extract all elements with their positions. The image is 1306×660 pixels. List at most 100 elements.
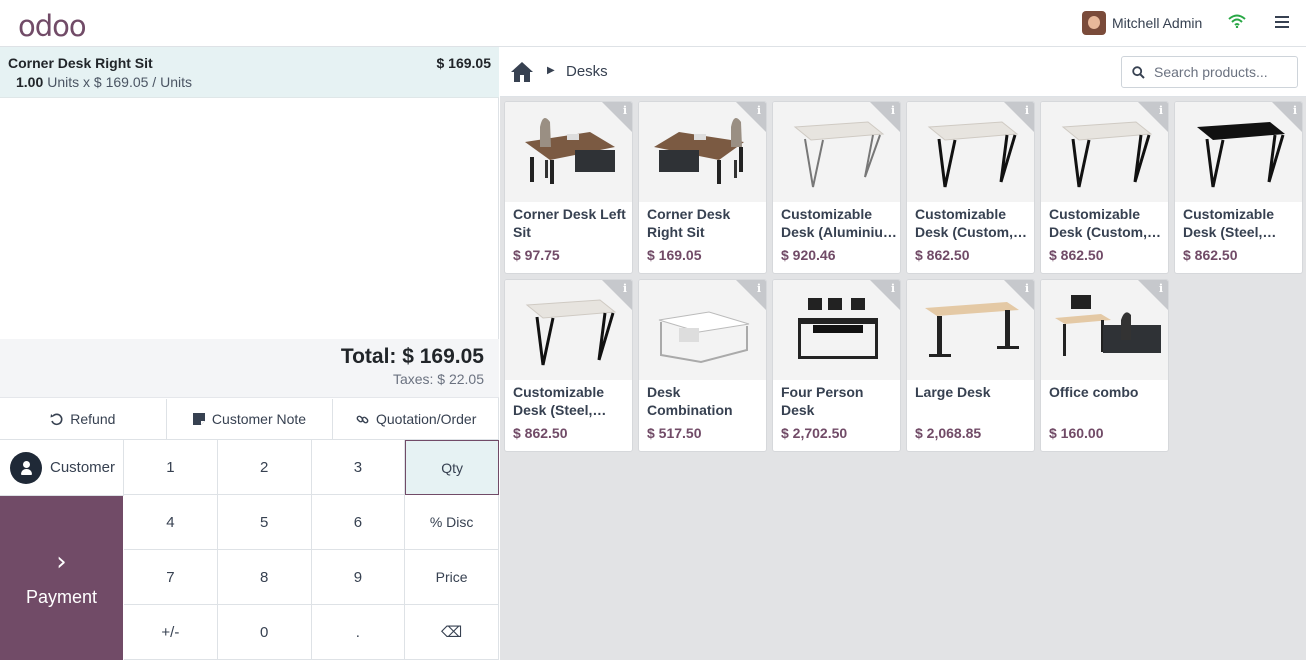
customer-note-button[interactable]: Customer Note <box>167 399 334 439</box>
product-card[interactable]: i Corner Desk Right Sit $ 169.05 <box>638 101 767 274</box>
info-tag[interactable] <box>1138 102 1168 132</box>
info-icon[interactable]: i <box>1293 104 1297 117</box>
wifi-icon[interactable] <box>1228 14 1246 28</box>
info-tag[interactable] <box>1138 280 1168 310</box>
info-icon[interactable]: i <box>1025 282 1029 295</box>
numpad-key-plus-minus[interactable]: +/- <box>124 605 218 660</box>
product-price: $ 920.46 <box>781 247 836 263</box>
numpad-key-1[interactable]: 1 <box>124 440 218 495</box>
info-icon[interactable]: i <box>1025 104 1029 117</box>
product-card[interactable]: i Four Person Desk $ 2,702.50 <box>772 279 901 452</box>
refund-button[interactable]: Refund <box>0 399 167 439</box>
product-card[interactable]: i Customizable Desk (Custom,… $ 862.50 <box>1040 101 1169 274</box>
info-icon[interactable]: i <box>891 104 895 117</box>
numpad-key-9[interactable]: 9 <box>311 550 406 605</box>
home-icon[interactable] <box>510 61 534 83</box>
numpad-key-2[interactable]: 2 <box>217 440 312 495</box>
order-line[interactable]: Corner Desk Right Sit $ 169.05 1.00 Units… <box>0 47 499 98</box>
order-taxes: Taxes: $ 22.05 <box>392 371 484 387</box>
customer-button[interactable]: Customer <box>0 440 124 496</box>
user-name: Mitchell Admin <box>1112 15 1203 31</box>
info-icon[interactable]: i <box>757 104 761 117</box>
info-icon[interactable]: i <box>757 282 761 295</box>
numpad-area: Customer › Payment 1 2 3 Qty 4 5 6 % Dis… <box>0 440 499 660</box>
product-card[interactable]: i Office combo $ 160.00 <box>1040 279 1169 452</box>
numpad: 1 2 3 Qty 4 5 6 % Disc 7 8 9 Price +/- 0… <box>124 440 499 660</box>
product-name: Customizable Desk (Aluminiu… <box>781 206 897 240</box>
product-card[interactable]: i Customizable Desk (Custom,… $ 862.50 <box>906 101 1035 274</box>
breadcrumb-separator-icon: ▶ <box>547 65 555 76</box>
link-icon <box>356 415 369 423</box>
product-name: Desk Combination <box>647 384 733 418</box>
product-card[interactable]: i Customizable Desk (Aluminiu… $ 920.46 <box>772 101 901 274</box>
product-name: Large Desk <box>915 384 991 400</box>
info-tag[interactable] <box>602 280 632 310</box>
product-card[interactable]: i Customizable Desk (Steel,… $ 862.50 <box>1174 101 1303 274</box>
product-name: Corner Desk Left Sit <box>513 206 626 240</box>
info-tag[interactable] <box>1004 102 1034 132</box>
customer-label: Customer <box>50 459 116 476</box>
product-card[interactable]: i Customizable Desk (Steel,… $ 862.50 <box>504 279 633 452</box>
undo-icon <box>50 413 63 425</box>
numpad-key-6[interactable]: 6 <box>311 495 406 550</box>
breadcrumb-desks[interactable]: Desks <box>566 63 608 80</box>
product-name: Customizable Desk (Steel,… <box>513 384 607 418</box>
odoo-logo: odoo <box>18 9 87 43</box>
product-name: Office combo <box>1049 384 1139 400</box>
info-icon[interactable]: i <box>623 282 627 295</box>
info-icon[interactable]: i <box>1159 282 1163 295</box>
info-icon[interactable]: i <box>623 104 627 117</box>
category-breadcrumb-bar: ▶ Desks <box>500 47 1306 97</box>
order-panel: Corner Desk Right Sit $ 169.05 1.00 Units… <box>0 47 499 660</box>
info-tag[interactable] <box>1272 102 1302 132</box>
info-tag[interactable] <box>1004 280 1034 310</box>
product-price: $ 2,702.50 <box>781 425 848 441</box>
product-price: $ 517.50 <box>647 425 702 441</box>
numpad-key-4[interactable]: 4 <box>124 495 218 550</box>
product-price: $ 862.50 <box>915 247 970 263</box>
order-line-unit-info: Units x $ 169.05 / Units <box>47 74 192 90</box>
user-menu[interactable]: Mitchell Admin <box>1082 11 1202 35</box>
order-total: Total: $ 169.05 <box>340 345 484 368</box>
product-name: Customizable Desk (Custom,… <box>915 206 1028 240</box>
control-buttons: Refund Customer Note Quotation/Order <box>0 399 499 440</box>
payment-label: Payment <box>25 586 98 607</box>
order-line-qty: 1.00 <box>16 74 44 90</box>
product-card[interactable]: i Desk Combination $ 517.50 <box>638 279 767 452</box>
info-tag[interactable] <box>736 280 766 310</box>
quotation-order-label: Quotation/Order <box>375 411 477 427</box>
mode-discount-button[interactable]: % Disc <box>405 495 499 550</box>
info-tag[interactable] <box>870 102 900 132</box>
info-icon[interactable]: i <box>1159 104 1163 117</box>
mode-price-button[interactable]: Price <box>405 550 499 605</box>
numpad-key-0[interactable]: 0 <box>217 605 312 660</box>
numpad-key-7[interactable]: 7 <box>124 550 218 605</box>
search-box[interactable] <box>1121 56 1298 88</box>
info-tag[interactable] <box>870 280 900 310</box>
numpad-key-8[interactable]: 8 <box>217 550 312 605</box>
chevron-right-icon: › <box>56 546 67 577</box>
numpad-key-5[interactable]: 5 <box>217 495 312 550</box>
payment-button[interactable]: › Payment <box>0 496 123 660</box>
numpad-key-3[interactable]: 3 <box>311 440 406 495</box>
product-card[interactable]: i Large Desk $ 2,068.85 <box>906 279 1035 452</box>
product-price: $ 2,068.85 <box>915 425 982 441</box>
search-icon <box>1132 65 1145 79</box>
info-icon[interactable]: i <box>891 282 895 295</box>
info-tag[interactable] <box>602 102 632 132</box>
hamburger-menu-icon[interactable] <box>1275 16 1289 28</box>
top-navbar: odoo Mitchell Admin <box>0 0 1306 47</box>
quotation-order-button[interactable]: Quotation/Order <box>333 399 499 439</box>
note-icon <box>192 413 205 425</box>
customer-note-label: Customer Note <box>211 411 307 427</box>
user-avatar <box>1082 11 1106 35</box>
mode-qty-button[interactable]: Qty <box>405 440 499 495</box>
product-price: $ 862.50 <box>1183 247 1238 263</box>
order-line-product: Corner Desk Right Sit <box>8 55 153 71</box>
product-price: $ 97.75 <box>513 247 560 263</box>
search-input[interactable] <box>1154 64 1284 80</box>
info-tag[interactable] <box>736 102 766 132</box>
product-card[interactable]: i Corner Desk Left Sit $ 97.75 <box>504 101 633 274</box>
numpad-key-decimal[interactable]: . <box>311 605 406 660</box>
backspace-icon[interactable]: ⌫ <box>405 605 499 660</box>
